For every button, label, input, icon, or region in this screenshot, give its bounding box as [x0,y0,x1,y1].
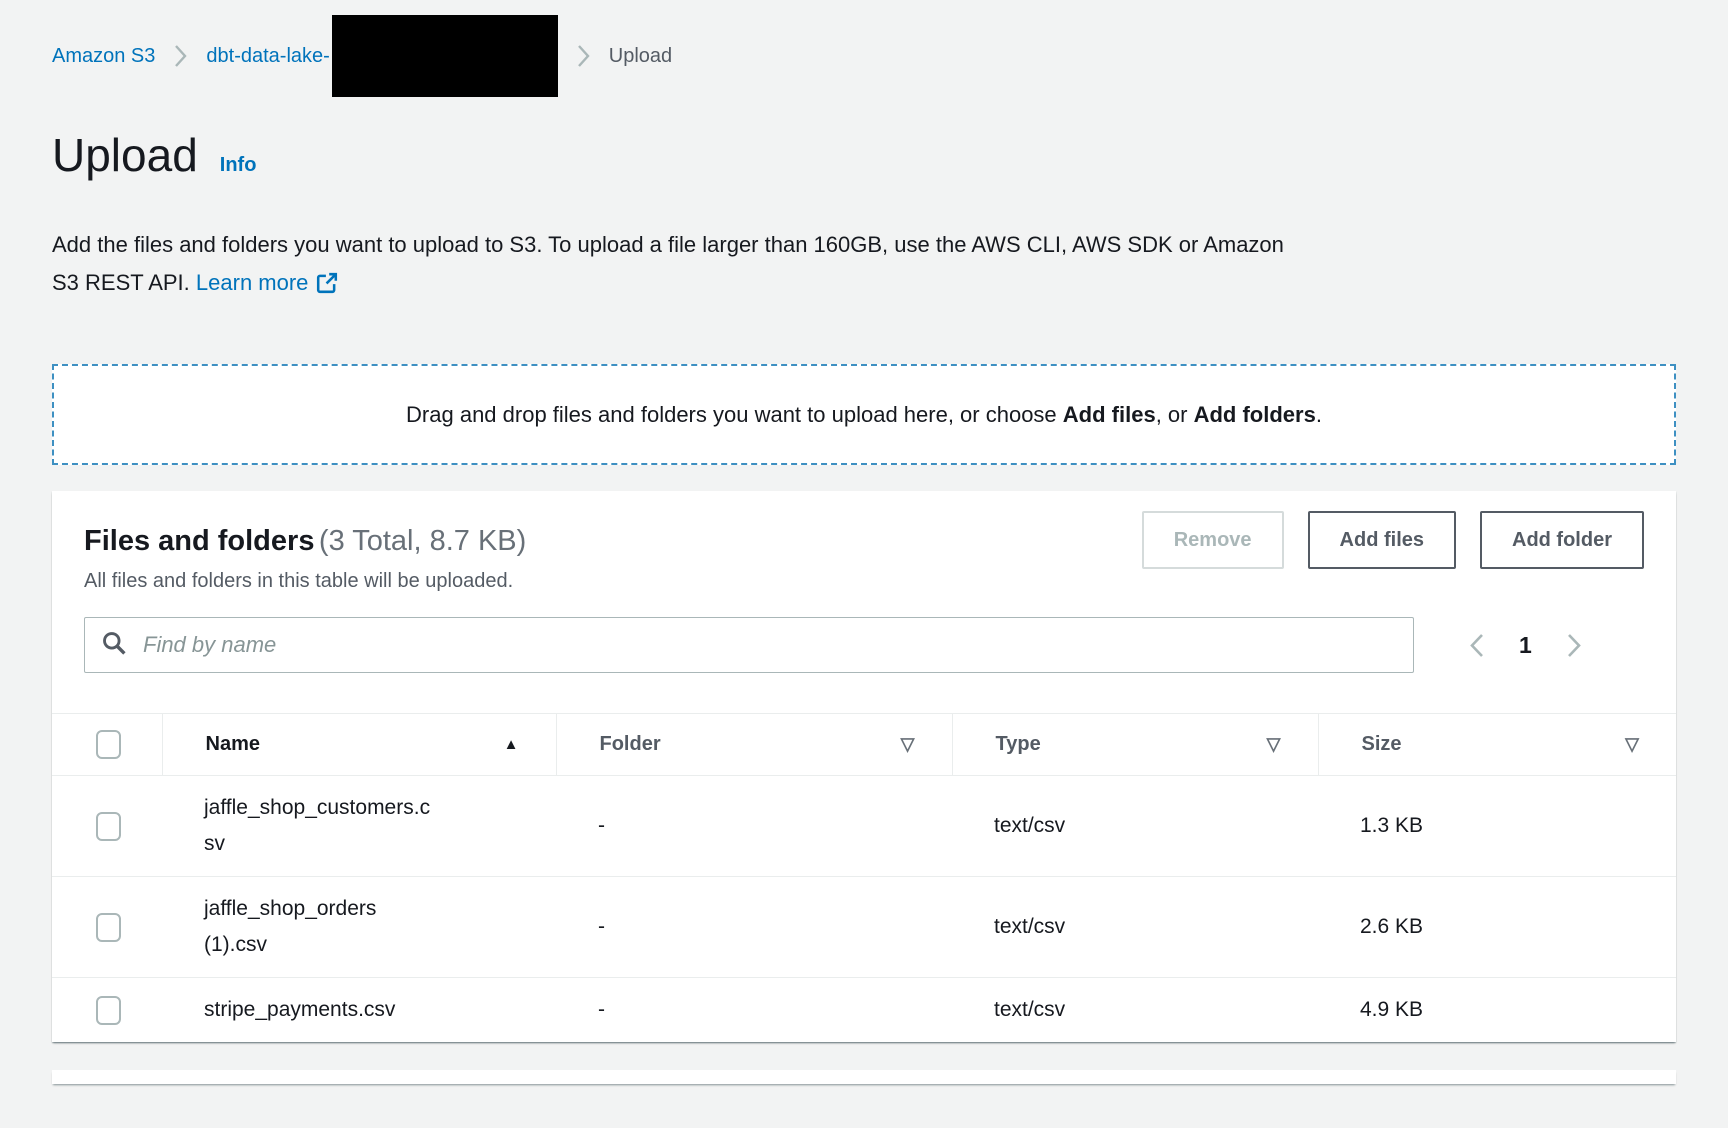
intro-line1: Add the files and folders you want to up… [52,226,1676,264]
column-label-type: Type [996,733,1041,756]
file-name: jaffle_shop_customers.csv [204,790,439,862]
table-header-row: Name ▲ Folder ▽ Type ▽ [52,714,1676,776]
info-link[interactable]: Info [220,154,257,177]
learn-more-link[interactable]: Learn more [196,270,339,295]
column-label-name: Name [206,733,260,756]
dropzone-text-middle: , or [1156,402,1194,427]
sort-ascending-icon: ▲ [504,736,519,753]
row-checkbox[interactable] [96,996,121,1025]
next-section-panel-top [52,1070,1676,1084]
previous-page-button[interactable] [1464,628,1489,663]
file-folder: - [556,978,952,1043]
page-title-row: Upload Info [52,128,1676,182]
breadcrumb-current-upload: Upload [609,45,672,68]
dropzone-text-suffix: . [1316,402,1322,427]
column-label-size: Size [1362,733,1402,756]
search-icon [101,630,127,661]
row-checkbox[interactable] [96,812,121,841]
table-row: jaffle_shop_orders (1).csv - text/csv 2.… [52,877,1676,978]
drag-and-drop-zone[interactable]: Drag and drop files and folders you want… [52,364,1676,465]
file-type: text/csv [952,978,1318,1043]
panel-actions: Remove Add files Add folder [1142,511,1644,569]
column-header-size[interactable]: Size ▽ [1318,714,1676,776]
file-size: 4.9 KB [1318,978,1676,1043]
remove-button[interactable]: Remove [1142,511,1284,569]
file-name: stripe_payments.csv [204,992,439,1028]
dropzone-add-files-label: Add files [1063,402,1156,427]
dropzone-text: Drag and drop files and folders you want… [406,402,1322,428]
breadcrumb: Amazon S3 dbt-data-lake- Upload [52,0,1676,112]
breadcrumb-amazon-s3[interactable]: Amazon S3 [52,45,155,68]
column-header-type[interactable]: Type ▽ [952,714,1318,776]
column-header-name[interactable]: Name ▲ [162,714,556,776]
sort-inactive-icon: ▽ [1267,734,1281,755]
sort-inactive-icon: ▽ [1625,734,1639,755]
dropzone-add-folders-label: Add folders [1194,402,1316,427]
breadcrumb-bucket-link[interactable]: dbt-data-lake- [206,45,329,68]
learn-more-label: Learn more [196,270,309,295]
search-input[interactable] [141,631,1397,659]
select-all-checkbox[interactable] [96,730,121,759]
current-page-number[interactable]: 1 [1519,632,1532,659]
breadcrumb-chevron-icon [174,44,187,68]
next-page-button[interactable] [1562,628,1587,663]
s3-upload-page: Amazon S3 dbt-data-lake- Upload Upload I… [0,0,1728,1084]
panel-title: Files and folders [84,525,314,557]
add-files-button[interactable]: Add files [1308,511,1456,569]
column-label-folder: Folder [600,733,661,756]
intro-paragraph: Add the files and folders you want to up… [52,226,1676,306]
file-size: 2.6 KB [1318,877,1676,978]
file-type: text/csv [952,776,1318,877]
column-header-folder[interactable]: Folder ▽ [556,714,952,776]
sort-inactive-icon: ▽ [901,734,915,755]
panel-count-summary: (3 Total, 8.7 KB) [319,525,526,557]
breadcrumb-chevron-icon [577,44,590,68]
pagination: 1 [1464,628,1587,663]
panel-title-block: Files and folders (3 Total, 8.7 KB) All … [84,511,526,593]
panel-count-text: (3 Total, 8.7 KB) [319,525,526,557]
redacted-bucket-suffix [332,15,558,97]
page-title: Upload [52,128,198,182]
row-checkbox[interactable] [96,913,121,942]
external-link-icon [316,274,338,299]
add-folder-button[interactable]: Add folder [1480,511,1644,569]
panel-header: Files and folders (3 Total, 8.7 KB) All … [52,491,1676,593]
files-and-folders-panel: Files and folders (3 Total, 8.7 KB) All … [52,491,1676,1042]
dropzone-text-prefix: Drag and drop files and folders you want… [406,402,1063,427]
file-size: 1.3 KB [1318,776,1676,877]
file-name: jaffle_shop_orders (1).csv [204,891,439,963]
table-row: jaffle_shop_customers.csv - text/csv 1.3… [52,776,1676,877]
file-folder: - [556,877,952,978]
intro-line2: S3 REST API. [52,270,190,295]
file-type: text/csv [952,877,1318,978]
table-toolbar: 1 [52,593,1676,713]
table-row: stripe_payments.csv - text/csv 4.9 KB [52,978,1676,1043]
select-all-header-cell [52,714,162,776]
file-folder: - [556,776,952,877]
search-box[interactable] [84,617,1414,673]
files-table: Name ▲ Folder ▽ Type ▽ [52,713,1676,1042]
panel-subtitle: All files and folders in this table will… [84,570,526,593]
